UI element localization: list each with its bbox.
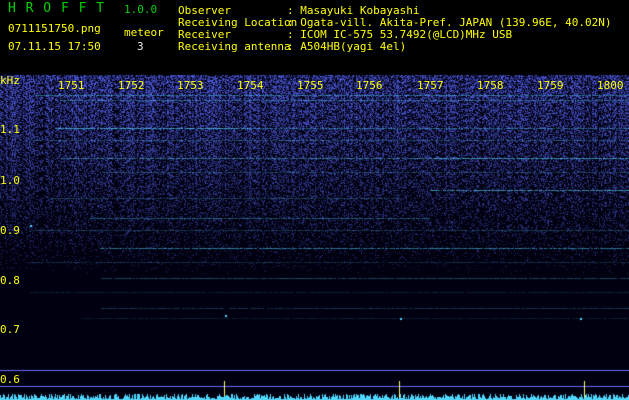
meteor-count: 3: [137, 40, 144, 53]
y-tick-label: 0.7: [0, 323, 20, 336]
time-tick-label: 1751: [58, 79, 85, 92]
y-tick-label: 0.8: [0, 274, 20, 287]
time-tick-label: 1755: [297, 79, 324, 92]
time-tick-label: 1756: [356, 79, 383, 92]
y-axis-unit: kHz: [0, 74, 20, 87]
time-tick-label: 1758: [477, 79, 504, 92]
y-tick-label: 1.1: [0, 123, 20, 136]
app-logo: H R O F F T: [8, 1, 106, 16]
time-tick-label: 1752: [118, 79, 145, 92]
y-tick-label: 0.9: [0, 224, 20, 237]
y-tick-label: 1.0: [0, 174, 20, 187]
app-version: 1.0.0: [124, 3, 158, 16]
spectrogram-canvas: [0, 0, 629, 400]
time-tick-label: 1800: [597, 79, 624, 92]
time-tick-label: 1759: [537, 79, 564, 92]
file-name: 0711151750.png: [8, 22, 101, 35]
date-time: 07.11.15 17:50: [8, 40, 101, 53]
time-tick-label: 1753: [177, 79, 204, 92]
antenna-label: Receiving antenna: [178, 40, 291, 53]
y-tick-label: 0.6: [0, 373, 20, 386]
antenna-value: : A504HB(yagi 4el): [287, 40, 407, 53]
time-tick-label: 1754: [237, 79, 264, 92]
time-tick-label: 1757: [417, 79, 444, 92]
meteor-label: meteor: [124, 26, 164, 39]
